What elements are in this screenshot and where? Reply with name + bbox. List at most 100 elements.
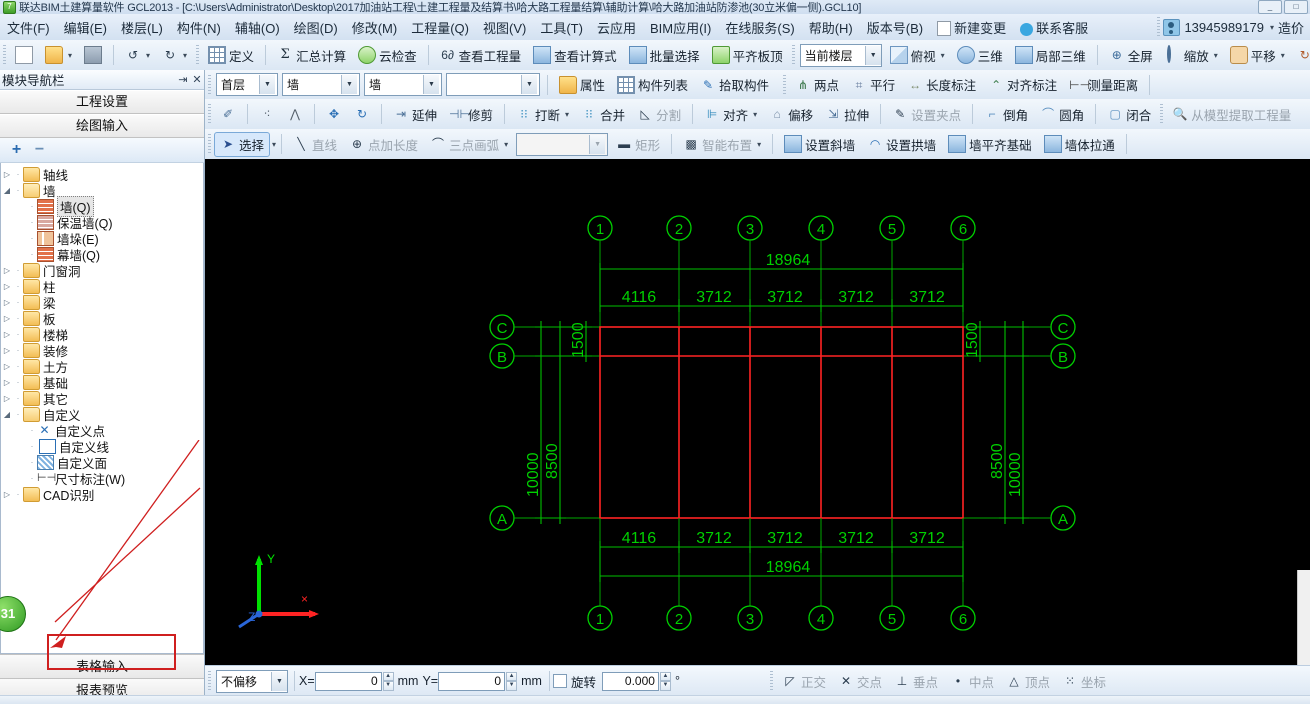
chevron-down-icon[interactable]: ▼ <box>521 75 537 94</box>
drawing-canvas[interactable]: 1 2 3 4 5 6 18964 4116 3712 3712 3712 37… <box>205 159 1310 665</box>
tree-item-cad-recognize[interactable]: ▷ · CAD识别 <box>1 486 203 503</box>
close-icon[interactable]: ✕ <box>190 73 204 86</box>
chevron-down-icon[interactable]: ◢ <box>1 186 13 195</box>
pin-icon[interactable]: ⇥ <box>176 73 190 86</box>
component-type-select[interactable]: 墙 ▼ <box>282 73 360 96</box>
wall-connect-button[interactable]: 墙体拉通 <box>1038 132 1121 157</box>
rectangle-tool-button[interactable]: ▬ 矩形 <box>610 132 666 157</box>
menu-cloud[interactable]: 云应用 <box>590 15 643 40</box>
statusbar-grip-1[interactable] <box>208 671 211 691</box>
chevron-right-icon[interactable]: ▷ <box>1 314 13 323</box>
view-formula-button[interactable]: 查看计算式 <box>527 43 623 68</box>
define-button[interactable]: 定义 <box>202 43 260 68</box>
menu-bim[interactable]: BIM应用(I) <box>643 15 718 40</box>
line-tool-button[interactable]: ╲ 直线 <box>287 132 343 157</box>
chevron-down-icon[interactable]: ▾ <box>753 110 757 119</box>
snap-perpendicular-button[interactable]: ⊥ 垂点 <box>888 669 944 694</box>
chevron-right-icon[interactable]: ▷ <box>1 362 13 371</box>
chevron-right-icon[interactable]: ▷ <box>1 298 13 307</box>
trim-button[interactable]: ⊣⊢ 修剪 <box>443 102 499 127</box>
menu-quantity[interactable]: 工程量(Q) <box>404 15 476 40</box>
fillet-button[interactable]: ⌒ 圆角 <box>1034 102 1090 127</box>
align-button[interactable]: ⊫ 对齐 ▾ <box>698 102 763 127</box>
toolbar-grip-4[interactable] <box>208 74 211 95</box>
toolbar-grip-8[interactable] <box>208 134 211 154</box>
toolbar-grip-2[interactable] <box>196 45 200 65</box>
arch-wall-button[interactable]: ◠ 设置拱墙 <box>861 132 942 157</box>
snap-vertex-button[interactable]: △ 顶点 <box>1000 669 1056 694</box>
menu-auxaxis[interactable]: 辅轴(O) <box>228 15 287 40</box>
y-coordinate-input[interactable]: 0 <box>438 671 506 691</box>
snap-ortho-button[interactable]: ◸ 正交 <box>776 669 832 694</box>
tree-item-column[interactable]: ▷ · 柱 <box>1 278 203 295</box>
chevron-down-icon[interactable]: ▾ <box>272 140 276 149</box>
spin-up-icon[interactable]: ▲ <box>506 671 518 681</box>
local-3d-button[interactable]: 局部三维 <box>1009 43 1092 68</box>
toolbar-grip-3[interactable] <box>791 45 795 65</box>
component-tree[interactable]: ▷ · 轴线 ◢ · 墙 · 墙(Q) · 保温墙(Q) · 墙垛(E) · 幕… <box>0 163 204 654</box>
format-painter-button[interactable]: ✐ <box>214 103 242 125</box>
pick-component-button[interactable]: ✎ 拾取构件 <box>694 72 775 97</box>
collapse-all-button[interactable]: − <box>31 141 48 159</box>
undo-button[interactable]: ↺ ▾ <box>119 44 156 66</box>
break-button[interactable]: ⁝⁝ 打断 ▾ <box>510 102 575 127</box>
tree-item-earthwork[interactable]: ▷ · 土方 <box>1 358 203 375</box>
toolbar-grip-1[interactable] <box>3 45 6 65</box>
menu-customer-service[interactable]: 联系客服 <box>1013 15 1095 40</box>
chevron-right-icon[interactable]: ▷ <box>1 330 13 339</box>
menu-modify[interactable]: 修改(M) <box>345 15 405 40</box>
close-shape-button[interactable]: ▢ 闭合 <box>1101 102 1157 127</box>
rotate-checkbox[interactable] <box>552 674 567 688</box>
menu-online-service[interactable]: 在线服务(S) <box>718 15 801 40</box>
menu-version[interactable]: 版本号(B) <box>860 15 930 40</box>
maximize-button[interactable]: □ <box>1284 0 1308 14</box>
tree-item-door-window[interactable]: ▷ · 门窗洞 <box>1 262 203 279</box>
spin-up-icon[interactable]: ▲ <box>659 671 671 681</box>
arc-param-select[interactable]: ▼ <box>516 132 609 156</box>
y-spinner[interactable]: ▲ ▼ <box>506 671 518 691</box>
slope-wall-button[interactable]: 设置斜墙 <box>778 132 861 157</box>
component-name-select[interactable]: ▼ <box>446 73 540 96</box>
menu-floor[interactable]: 楼层(L) <box>114 15 170 40</box>
split-button[interactable]: ◺ 分割 <box>631 102 687 127</box>
menu-draw[interactable]: 绘图(D) <box>287 15 345 40</box>
parallel-button[interactable]: ⌗ 平行 <box>845 72 901 97</box>
statusbar-grip-2[interactable] <box>769 671 773 691</box>
toolbar-grip-7[interactable] <box>1160 104 1164 124</box>
project-settings-button[interactable]: 工程设置 <box>0 90 204 114</box>
spin-down-icon[interactable]: ▼ <box>659 681 671 691</box>
chevron-right-icon[interactable]: ▷ <box>1 346 13 355</box>
mirror-button[interactable]: ⋀ <box>281 103 309 125</box>
chevron-right-icon[interactable]: ▷ <box>1 266 13 275</box>
merge-button[interactable]: ⁝⁝ 合并 <box>575 102 631 127</box>
cloud-check-button[interactable]: 云检查 <box>352 43 423 68</box>
batch-select-button[interactable]: 批量选择 <box>623 43 706 68</box>
chevron-down-icon[interactable]: ▾ <box>1214 51 1218 60</box>
stretch-button[interactable]: ⇲ 拉伸 <box>819 102 875 127</box>
wall-align-foundation-button[interactable]: 墙平齐基础 <box>942 132 1038 157</box>
chevron-right-icon[interactable]: ▷ <box>1 490 13 499</box>
pan-button[interactable]: 平移 ▾ <box>1224 43 1291 68</box>
chevron-down-icon[interactable]: ▼ <box>864 45 881 65</box>
tree-item-beam[interactable]: ▷ · 梁 <box>1 294 203 311</box>
menu-file[interactable]: 文件(F) <box>0 15 57 40</box>
move-button[interactable]: ✥ <box>320 103 348 125</box>
two-point-button[interactable]: ⋔ 两点 <box>789 72 845 97</box>
point-plus-length-button[interactable]: ⊕ 点加长度 <box>343 132 424 157</box>
chevron-down-icon[interactable]: ▾ <box>757 140 761 149</box>
toolbar-grip-6[interactable] <box>208 104 211 124</box>
chevron-down-icon[interactable]: ▼ <box>423 75 439 94</box>
3d-button[interactable]: 三维 <box>951 43 1009 68</box>
chevron-down-icon[interactable]: ◢ <box>1 410 13 419</box>
tree-item-curtain-wall[interactable]: · 幕墙(Q) <box>1 246 203 263</box>
menu-component[interactable]: 构件(N) <box>170 15 228 40</box>
save-button[interactable] <box>78 43 108 67</box>
x-coordinate-input[interactable]: 0 <box>314 671 382 691</box>
properties-button[interactable]: 属性 <box>553 72 611 97</box>
x-spinner[interactable]: ▲ ▼ <box>382 671 394 691</box>
component-sub-select[interactable]: 墙 ▼ <box>364 73 442 96</box>
tree-item-wall-group[interactable]: ◢ · 墙 <box>1 182 203 199</box>
copy-button[interactable]: ⁖ <box>253 103 281 125</box>
drawing-input-button[interactable]: 绘图输入 <box>0 114 204 138</box>
spin-down-icon[interactable]: ▼ <box>506 681 518 691</box>
